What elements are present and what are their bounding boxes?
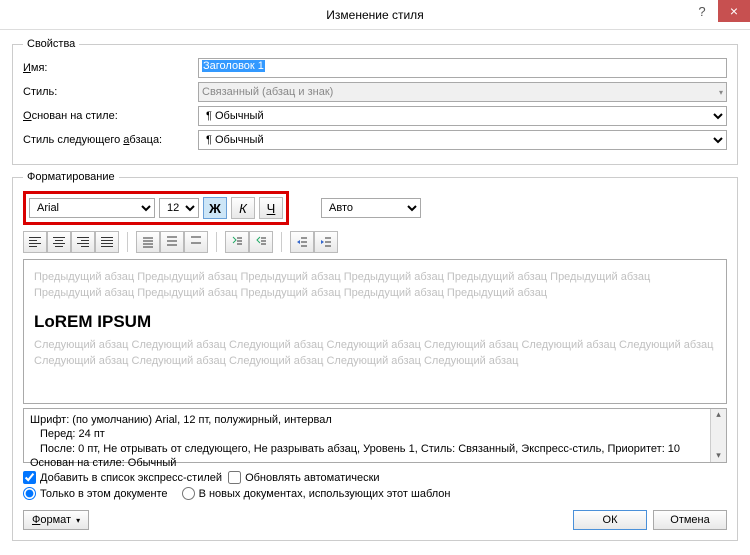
align-center-button[interactable] — [47, 231, 71, 253]
style-label: Стиль: — [23, 86, 198, 98]
window-title: Изменение стиля — [0, 8, 750, 22]
align-left-button[interactable] — [23, 231, 47, 253]
based-on-select[interactable]: ¶ Обычный — [198, 106, 727, 126]
scroll-up-icon[interactable]: ▴ — [716, 409, 721, 421]
style-type-select: Связанный (абзац и знак)▾ — [198, 82, 727, 102]
align-right-button[interactable] — [71, 231, 95, 253]
next-style-select[interactable]: ¶ Обычный — [198, 130, 727, 150]
name-input[interactable]: Заголовок 1 — [198, 58, 727, 78]
help-button[interactable]: ? — [686, 0, 718, 22]
font-select[interactable]: Arial — [29, 198, 155, 218]
desc-line: Перед: 24 пт — [30, 427, 720, 441]
properties-group: Свойства Имя: Заголовок 1 Стиль: Связанн… — [12, 38, 738, 165]
line-spacing-2-button[interactable] — [184, 231, 208, 253]
title-bar: Изменение стиля ? × — [0, 0, 750, 30]
new-docs-radio[interactable]: В новых документах, использующих этот ша… — [182, 487, 451, 500]
auto-update-checkbox[interactable]: Обновлять автоматически — [228, 471, 380, 484]
desc-line: Основан на стиле: Обычный — [30, 456, 720, 470]
spacing-icon — [165, 235, 179, 249]
spacing-icon — [141, 235, 155, 249]
desc-line: После: 0 пт, Не отрывать от следующего, … — [30, 442, 720, 456]
only-this-doc-radio[interactable]: Только в этом документе — [23, 487, 168, 500]
formatting-group: Форматирование Arial 12 Ж К Ч Авто — [12, 171, 738, 541]
line-spacing-15-button[interactable] — [160, 231, 184, 253]
preview-previous: Предыдущий абзац Предыдущий абзац Предыд… — [34, 270, 716, 302]
italic-button[interactable]: К — [231, 197, 255, 219]
underline-button[interactable]: Ч — [259, 197, 283, 219]
decrease-para-space-button[interactable] — [249, 231, 273, 253]
properties-legend: Свойства — [23, 38, 79, 50]
scroll-down-icon[interactable]: ▾ — [716, 450, 721, 462]
close-button[interactable]: × — [718, 0, 750, 22]
spacing-icon — [189, 235, 203, 249]
para-icon — [254, 235, 268, 249]
desc-line: Шрифт: (по умолчанию) Arial, 12 пт, полу… — [30, 413, 720, 427]
line-spacing-1-button[interactable] — [136, 231, 160, 253]
preview-next: Следующий абзац Следующий абзац Следующи… — [34, 338, 716, 370]
scrollbar[interactable]: ▴▾ — [710, 409, 726, 462]
next-style-label: Стиль следующего абзаца: — [23, 134, 198, 146]
based-on-label: Основан на стиле: — [23, 110, 198, 122]
description-box: Шрифт: (по умолчанию) Arial, 12 пт, полу… — [23, 408, 727, 463]
name-label: Имя: — [23, 62, 198, 74]
formatting-legend: Форматирование — [23, 171, 119, 183]
ok-button[interactable]: ОК — [573, 510, 647, 530]
preview-sample: LoREM IPSUM — [34, 312, 716, 332]
add-quick-styles-checkbox[interactable]: Добавить в список экспресс-стилей — [23, 471, 222, 484]
bold-button[interactable]: Ж — [203, 197, 227, 219]
preview-pane: Предыдущий абзац Предыдущий абзац Предыд… — [23, 259, 727, 404]
size-select[interactable]: 12 — [159, 198, 199, 218]
annotation-highlight: Arial 12 Ж К Ч — [23, 191, 289, 225]
increase-indent-button[interactable] — [314, 231, 338, 253]
format-button[interactable]: Формат ▾ — [23, 510, 89, 530]
indent-icon — [319, 235, 333, 249]
cancel-button[interactable]: Отмена — [653, 510, 727, 530]
indent-icon — [295, 235, 309, 249]
color-select[interactable]: Авто — [321, 198, 421, 218]
para-icon — [230, 235, 244, 249]
align-justify-button[interactable] — [95, 231, 119, 253]
increase-para-space-button[interactable] — [225, 231, 249, 253]
decrease-indent-button[interactable] — [290, 231, 314, 253]
dropdown-icon: ▾ — [76, 516, 80, 525]
